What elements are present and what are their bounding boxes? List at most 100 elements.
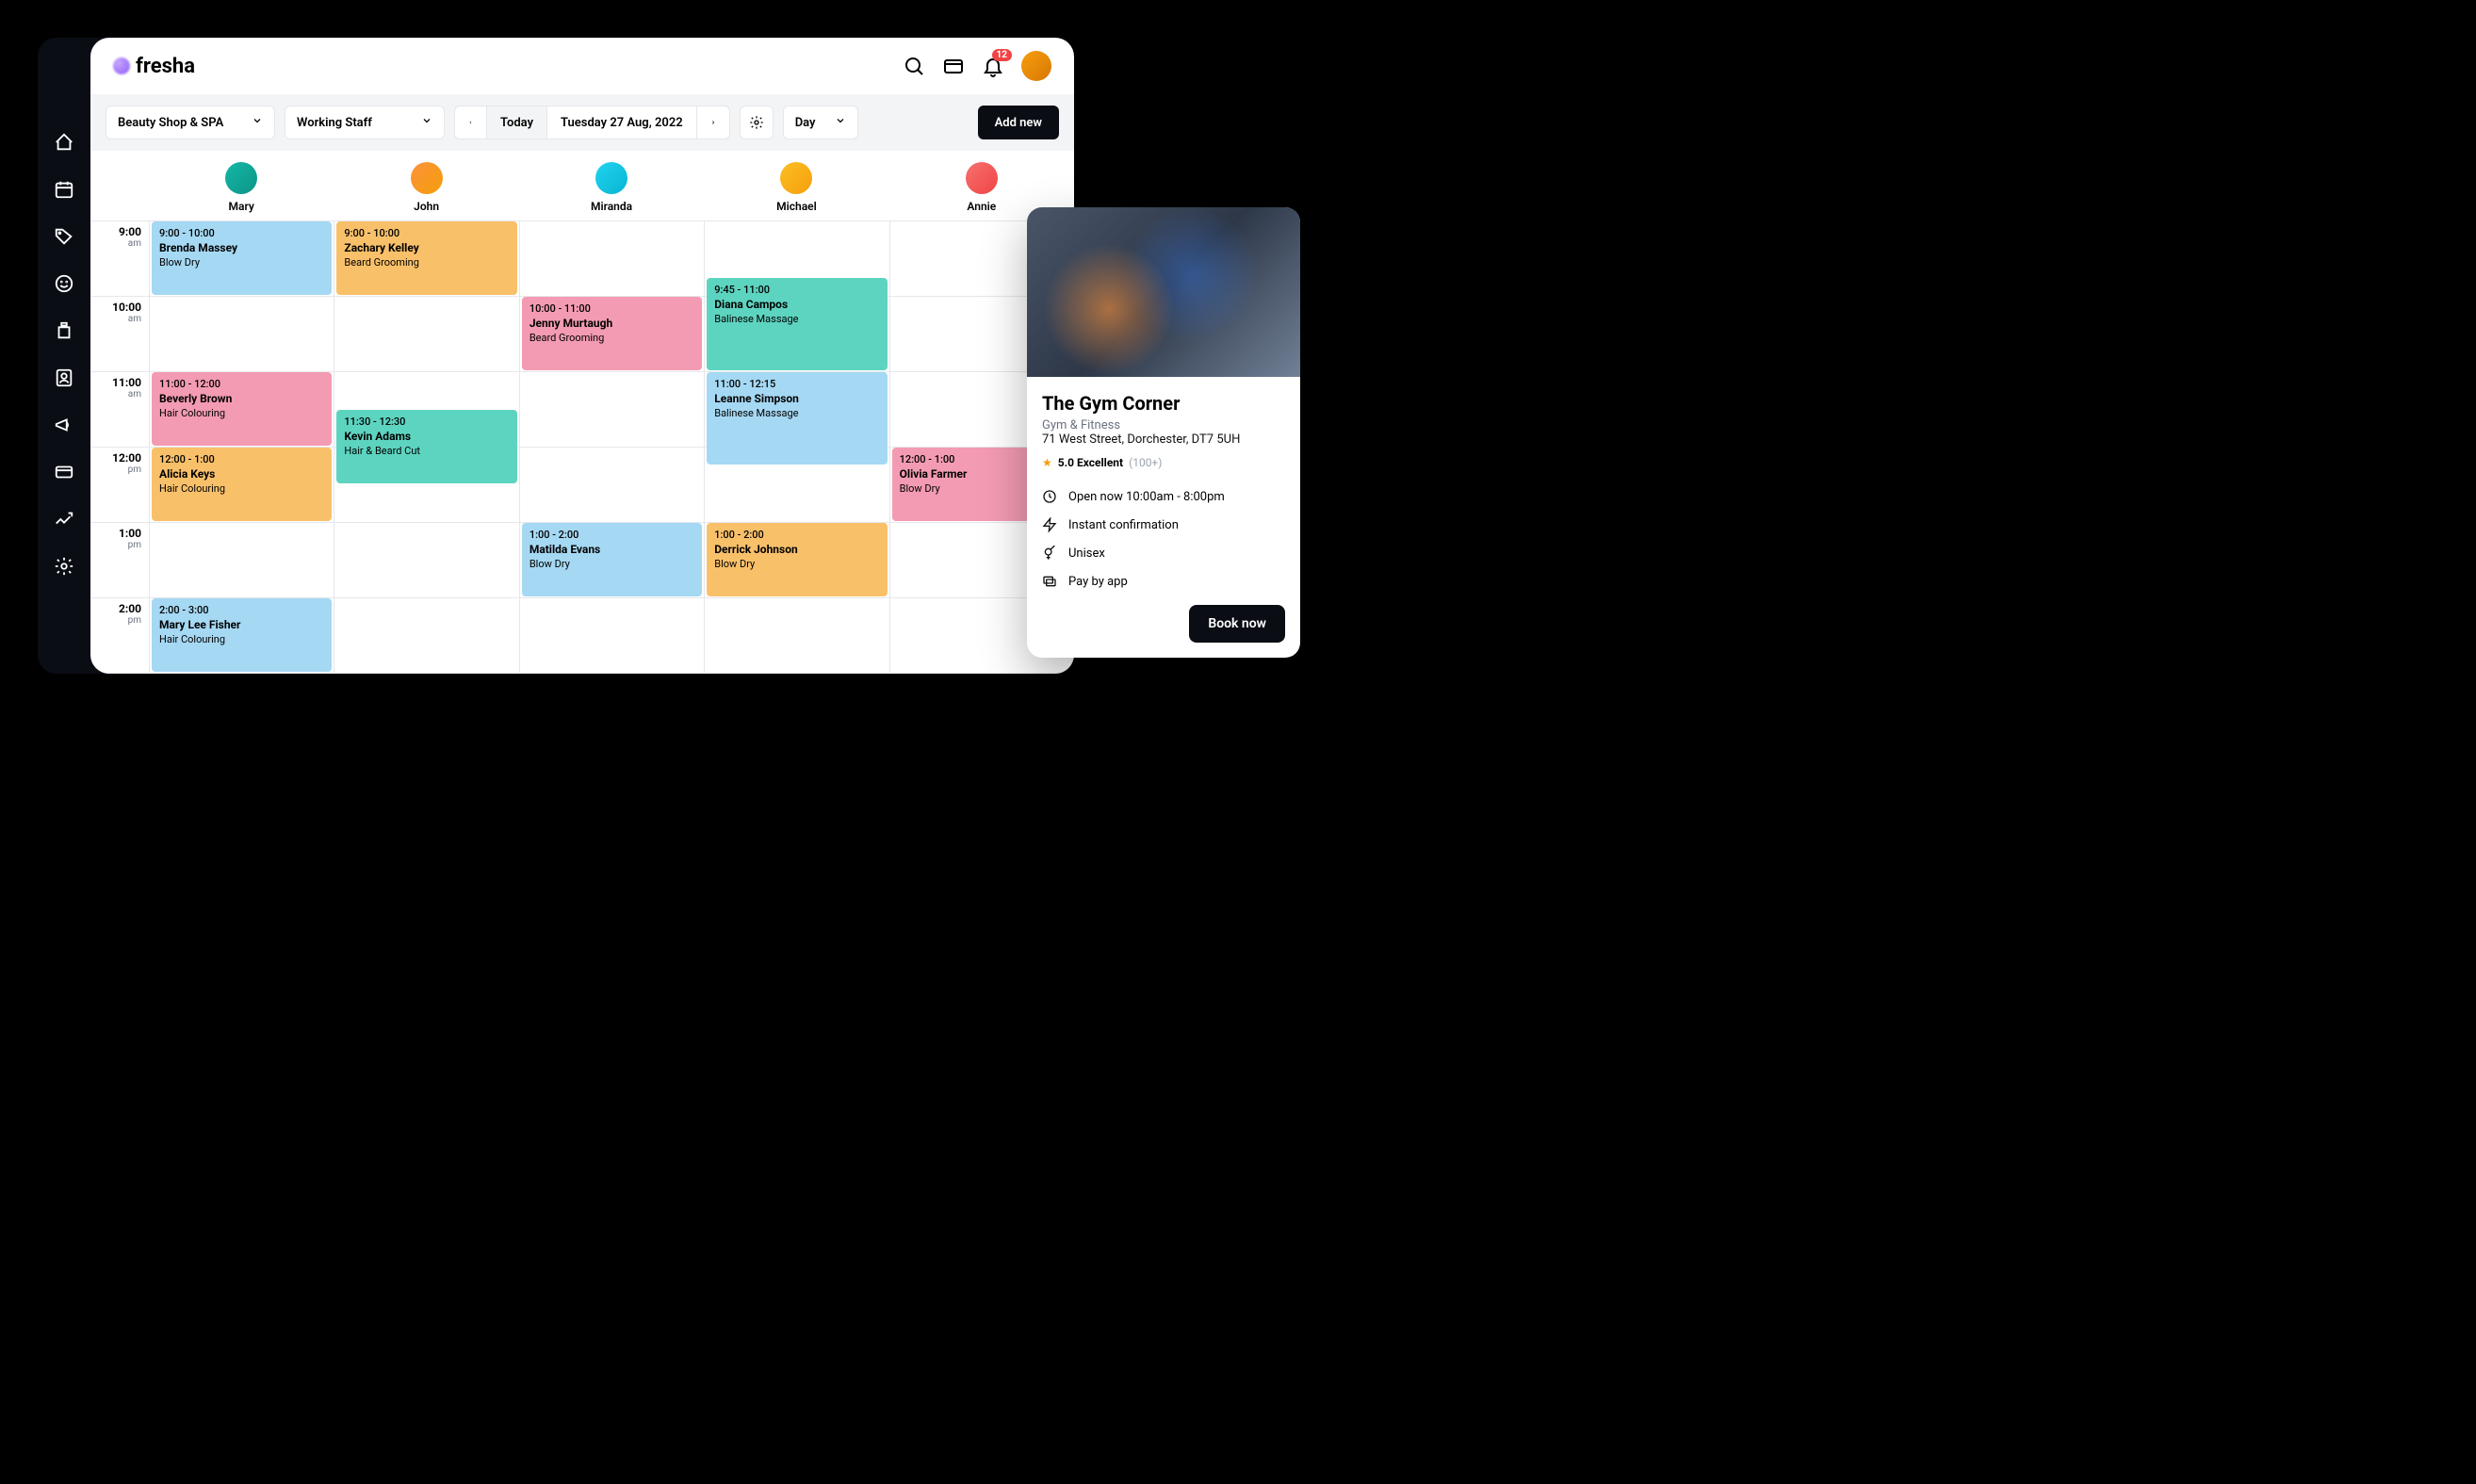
appointment[interactable]: 11:00 - 12:15Leanne SimpsonBalinese Mass… xyxy=(707,372,887,465)
contact-icon[interactable] xyxy=(54,367,74,388)
calendar-icon[interactable] xyxy=(54,179,74,200)
appointment-service: Beard Grooming xyxy=(529,332,694,344)
appointment[interactable]: 11:30 - 12:30Kevin AdamsHair & Beard Cut xyxy=(336,410,516,483)
appointment-service: Blow Dry xyxy=(714,558,879,570)
venue-image xyxy=(1027,207,1300,377)
appointment-client: Beverly Brown xyxy=(159,392,324,405)
staff-header[interactable]: Mary xyxy=(149,162,334,213)
current-date[interactable]: Tuesday 27 Aug, 2022 xyxy=(547,106,697,139)
appointment[interactable]: 2:00 - 3:00Mary Lee FisherHair Colouring xyxy=(152,598,332,672)
app-shell: fresha 12 Beauty Shop & SPA Working Staf… xyxy=(38,38,1074,674)
star-icon: ★ xyxy=(1042,456,1052,469)
chevron-down-icon xyxy=(835,115,846,130)
top-actions: 12 xyxy=(903,51,1051,81)
prev-day-button[interactable] xyxy=(455,106,487,139)
brand-dot-icon xyxy=(113,57,130,74)
appointment[interactable]: 9:00 - 10:00Brenda MasseyBlow Dry xyxy=(152,221,332,295)
staff-filter-label: Working Staff xyxy=(297,116,372,130)
appointment-time: 1:00 - 2:00 xyxy=(529,529,694,541)
venue-card: The Gym Corner Gym & Fitness 71 West Str… xyxy=(1027,207,1300,658)
staff-name: Michael xyxy=(776,200,817,213)
time-label: 10:00am xyxy=(90,297,149,372)
appointment-time: 2:00 - 3:00 xyxy=(159,604,324,616)
pay-icon xyxy=(1042,574,1057,589)
chevron-down-icon xyxy=(252,115,263,130)
appointment[interactable]: 1:00 - 2:00Derrick JohnsonBlow Dry xyxy=(707,523,887,596)
venue-title: The Gym Corner xyxy=(1042,392,1285,415)
calendar-grid: 9:00am10:00am11:00am12:00pm1:00pm2:00pm … xyxy=(90,220,1074,674)
add-new-button[interactable]: Add new xyxy=(978,106,1059,139)
staff-header[interactable]: Michael xyxy=(704,162,888,213)
location-select[interactable]: Beauty Shop & SPA xyxy=(106,106,275,139)
view-select[interactable]: Day xyxy=(783,106,858,139)
next-day-button[interactable] xyxy=(697,106,729,139)
staff-header[interactable]: Annie xyxy=(889,162,1074,213)
user-avatar[interactable] xyxy=(1021,51,1051,81)
home-icon[interactable] xyxy=(54,132,74,153)
bolt-icon xyxy=(1042,517,1057,532)
time-column: 9:00am10:00am11:00am12:00pm1:00pm2:00pm xyxy=(90,221,149,674)
appointment-service: Balinese Massage xyxy=(714,407,879,419)
appointment-time: 9:00 - 10:00 xyxy=(344,227,509,239)
venue-address: 71 West Street, Dorchester, DT7 5UH xyxy=(1042,432,1285,447)
appointment-time: 11:30 - 12:30 xyxy=(344,416,509,428)
gender-icon xyxy=(1042,546,1057,561)
appointment[interactable]: 9:45 - 11:00 Diana Campos Balinese Massage xyxy=(707,278,887,370)
card-icon[interactable] xyxy=(54,462,74,482)
tag-icon[interactable] xyxy=(54,226,74,247)
product-icon[interactable] xyxy=(54,320,74,341)
time-label: 9:00am xyxy=(90,221,149,297)
venue-card-body: The Gym Corner Gym & Fitness 71 West Str… xyxy=(1027,377,1300,658)
staff-name: Mary xyxy=(229,200,254,213)
staff-header-row: Mary JohnMiranda Michael Annie xyxy=(90,151,1074,220)
calendar-column-miranda[interactable]: 10:00 - 11:00Jenny MurtaughBeard Groomin… xyxy=(519,221,704,674)
today-button[interactable]: Today xyxy=(487,106,547,139)
appointment[interactable]: 11:00 - 12:00Beverly BrownHair Colouring xyxy=(152,372,332,446)
calendar-column-mary[interactable]: 9:00 - 10:00Brenda MasseyBlow Dry 11:00 -… xyxy=(149,221,334,674)
toolbar: Beauty Shop & SPA Working Staff Today Tu… xyxy=(90,94,1074,151)
appointment-client: Jenny Murtaugh xyxy=(529,317,694,330)
sidebar xyxy=(38,38,90,674)
appointment-service: Balinese Massage xyxy=(714,313,879,325)
appointment-client: Derrick Johnson xyxy=(714,543,879,556)
appointment-service: Hair Colouring xyxy=(159,482,324,495)
search-icon[interactable] xyxy=(903,55,925,77)
staff-avatar xyxy=(225,162,257,194)
wallet-icon[interactable] xyxy=(942,55,965,77)
appointment-client: Brenda Massey xyxy=(159,241,324,254)
appointment-client: Leanne Simpson xyxy=(714,392,879,405)
calendar-column-john[interactable]: 9:00 - 10:00Zachary KelleyBeard Grooming… xyxy=(334,221,518,674)
appointment[interactable]: 10:00 - 11:00Jenny MurtaughBeard Groomin… xyxy=(522,297,702,370)
appointment-service: Hair & Beard Cut xyxy=(344,445,509,457)
feature-gender: Unisex xyxy=(1042,539,1285,567)
staff-avatar xyxy=(595,162,627,194)
brand-text: fresha xyxy=(136,55,195,78)
appointment-time: 9:45 - 11:00 xyxy=(714,284,879,296)
book-now-button[interactable]: Book now xyxy=(1189,605,1285,643)
feature-confirm: Instant confirmation xyxy=(1042,511,1285,539)
clock-icon xyxy=(1042,489,1057,504)
calendar-column-michael[interactable]: 9:45 - 11:00 Diana Campos Balinese Massage… xyxy=(704,221,888,674)
appointment-client: Matilda Evans xyxy=(529,543,694,556)
appointment-client: Diana Campos xyxy=(714,298,879,311)
brand-logo[interactable]: fresha xyxy=(113,55,195,78)
bell-icon[interactable]: 12 xyxy=(982,55,1004,77)
appointment[interactable]: 1:00 - 2:00 Matilda Evans Blow Dry xyxy=(522,523,702,596)
appointment-time: 12:00 - 1:00 xyxy=(159,453,324,465)
staff-avatar xyxy=(966,162,998,194)
settings-button[interactable] xyxy=(740,106,774,139)
appointment[interactable]: 9:00 - 10:00Zachary KelleyBeard Grooming xyxy=(336,221,516,295)
staff-avatar xyxy=(411,162,443,194)
time-label: 11:00am xyxy=(90,372,149,448)
megaphone-icon[interactable] xyxy=(54,415,74,435)
settings-icon[interactable] xyxy=(54,556,74,577)
staff-header[interactable]: John xyxy=(334,162,518,213)
analytics-icon[interactable] xyxy=(54,509,74,530)
staff-filter-select[interactable]: Working Staff xyxy=(285,106,445,139)
appointment[interactable]: 12:00 - 1:00Alicia KeysHair Colouring xyxy=(152,448,332,521)
appointment-client: Mary Lee Fisher xyxy=(159,618,324,631)
rating-count: (100+) xyxy=(1129,456,1162,469)
smile-icon[interactable] xyxy=(54,273,74,294)
staff-header[interactable]: Miranda xyxy=(519,162,704,213)
appointment-service: Blow Dry xyxy=(529,558,694,570)
